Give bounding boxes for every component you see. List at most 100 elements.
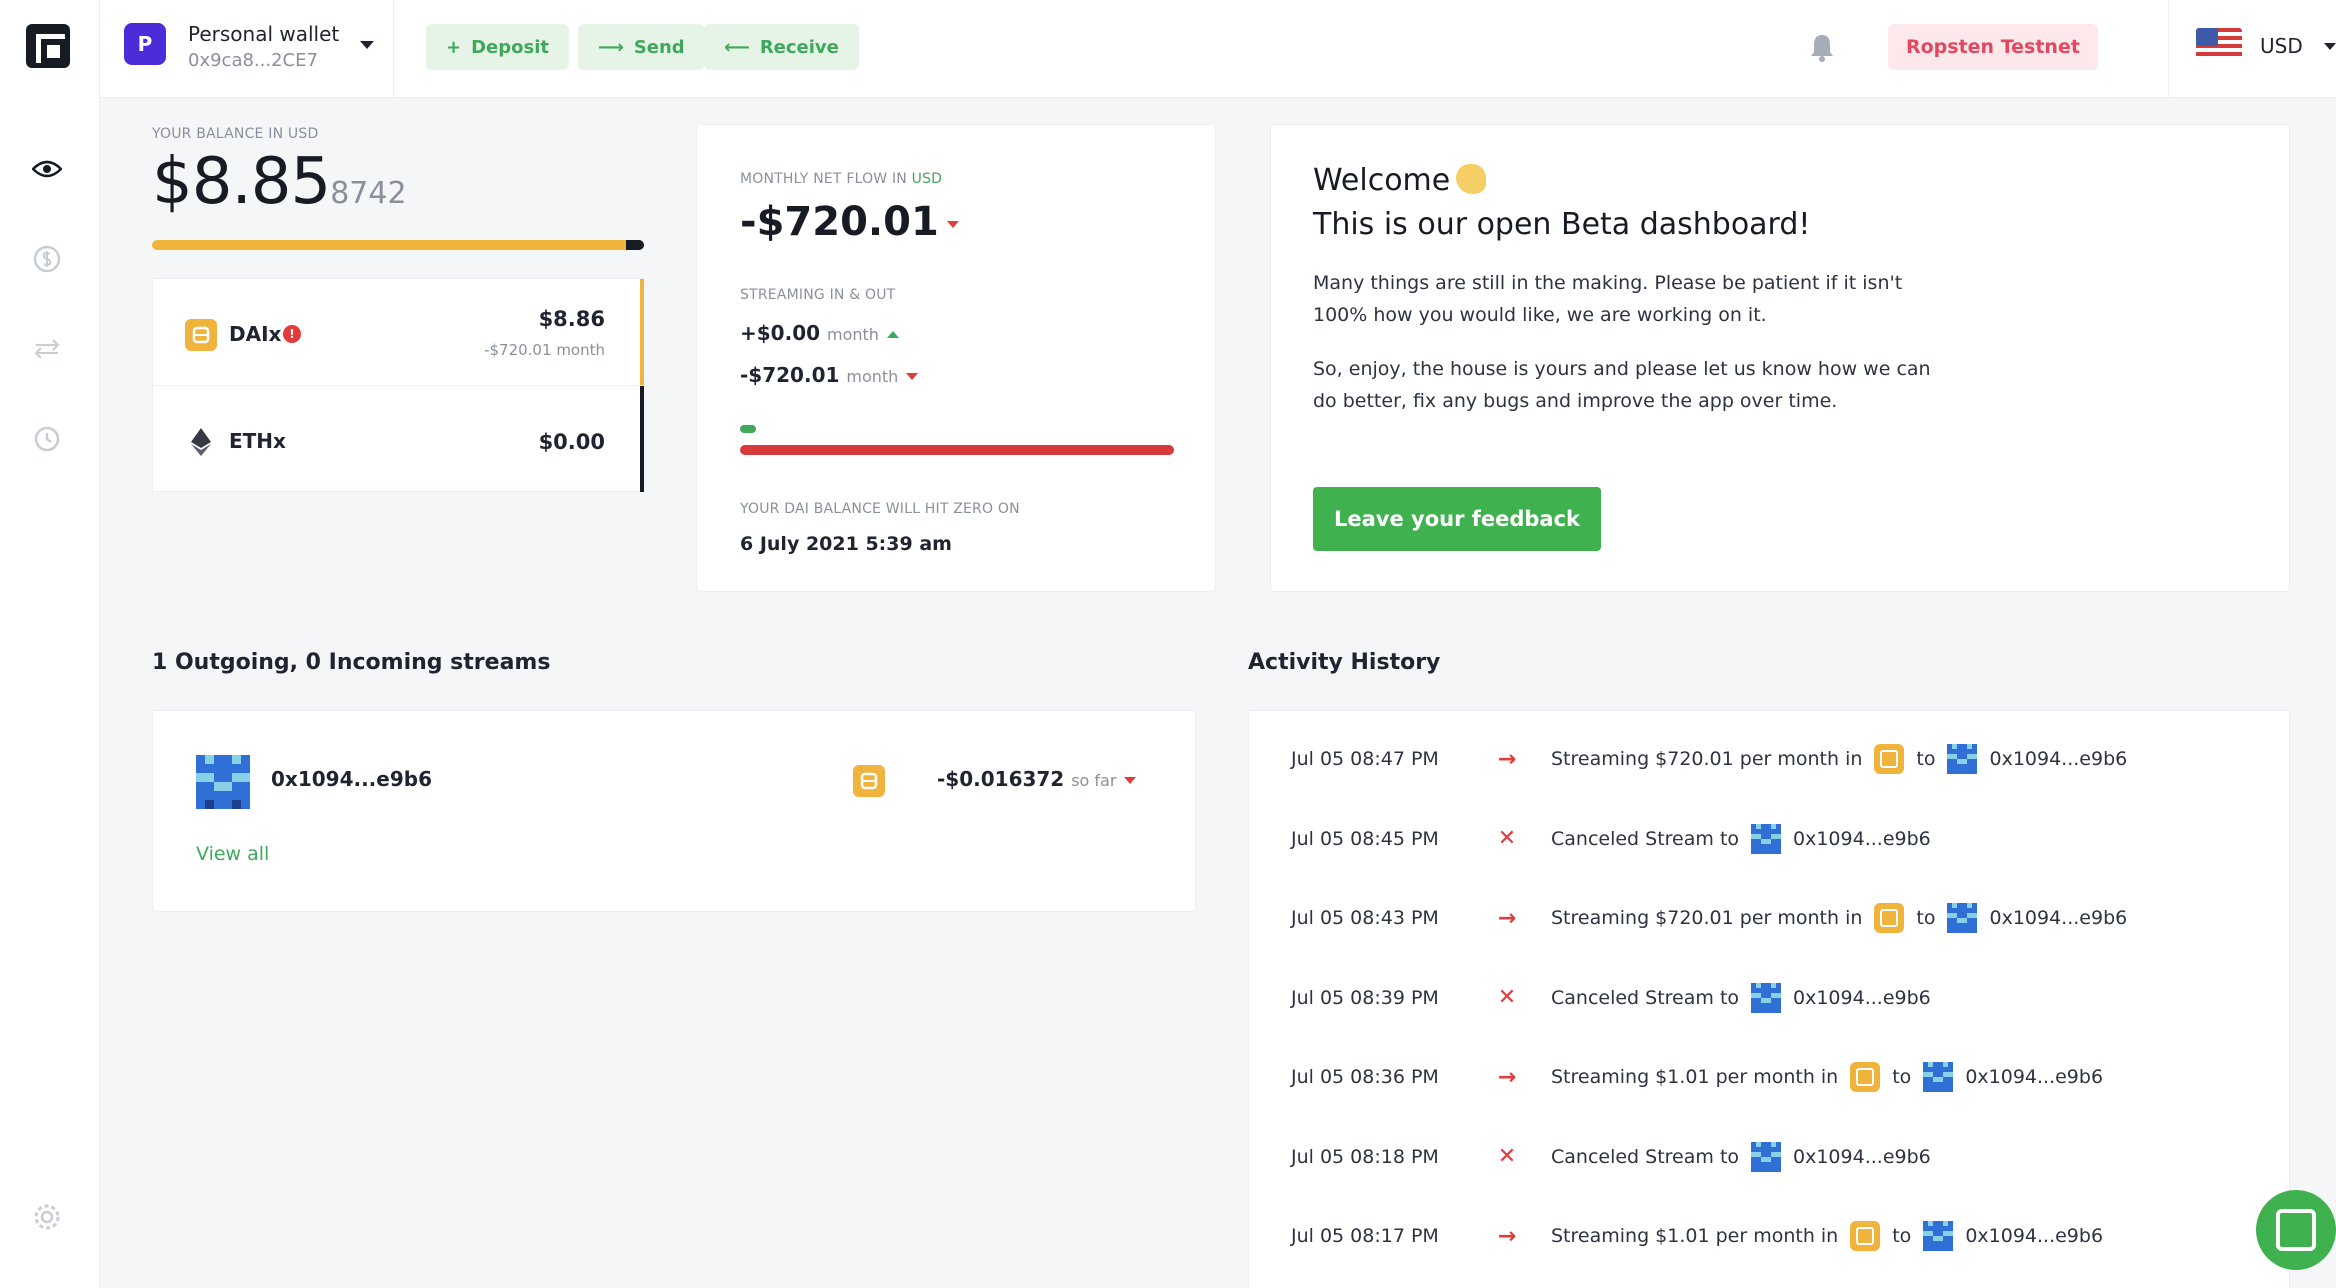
dai-token-icon bbox=[853, 765, 885, 797]
currency-selector[interactable]: USD bbox=[2260, 34, 2303, 58]
activity-text: Streaming $1.01 per month in bbox=[1551, 1066, 1839, 1088]
sidebar bbox=[0, 0, 100, 1288]
activity-address[interactable]: 0x1094...e9b6 bbox=[1989, 748, 2127, 770]
activity-address[interactable]: 0x1094...e9b6 bbox=[1793, 987, 1931, 1009]
stream-address[interactable]: 0x1094...e9b6 bbox=[271, 767, 432, 791]
address-avatar bbox=[1751, 982, 1782, 1013]
leave-feedback-button[interactable]: Leave your feedback bbox=[1313, 487, 1601, 551]
bell-icon[interactable] bbox=[1808, 32, 1836, 62]
welcome-greeting: Welcome bbox=[1313, 163, 1451, 198]
activity-text: Canceled Stream to bbox=[1551, 827, 1740, 850]
activity-time: Jul 05 08:18 PM bbox=[1291, 1145, 1439, 1168]
streaming-in: +$0.00 month bbox=[740, 321, 899, 345]
dollar-icon[interactable] bbox=[30, 242, 64, 276]
caret-down-icon bbox=[906, 373, 919, 380]
view-all-link[interactable]: View all bbox=[196, 843, 269, 865]
activity-description: Canceled Stream to 0x1094...e9b6 bbox=[1551, 823, 1931, 854]
streaming-label: STREAMING IN & OUT bbox=[740, 287, 896, 303]
activity-time: Jul 05 08:45 PM bbox=[1291, 827, 1439, 850]
activity-to: to bbox=[1916, 907, 1936, 929]
activity-description: Canceled Stream to 0x1094...e9b6 bbox=[1551, 982, 1931, 1013]
settings-gear-icon[interactable] bbox=[30, 1200, 64, 1234]
activity-text: Canceled Stream to bbox=[1551, 1145, 1740, 1168]
activity-time: Jul 05 08:39 PM bbox=[1291, 986, 1439, 1009]
activity-text: Streaming $720.01 per month in bbox=[1551, 907, 1863, 929]
activity-row[interactable]: Jul 05 08:18 PM ✕ Canceled Stream to 0x1094… bbox=[1291, 1137, 2251, 1177]
activity-description: Streaming $720.01 per month in to 0x1094..… bbox=[1551, 903, 2127, 933]
token-name: DAIx bbox=[229, 322, 282, 346]
plus-icon: + bbox=[446, 36, 462, 58]
address-avatar bbox=[1923, 1221, 1954, 1251]
activity-row[interactable]: Jul 05 08:39 PM ✕ Canceled Stream to 0x1094… bbox=[1291, 978, 2251, 1018]
streams-title: 1 Outgoing, 0 Incoming streams bbox=[152, 650, 551, 675]
transfer-icon[interactable] bbox=[30, 332, 64, 366]
activity-address[interactable]: 0x1094...e9b6 bbox=[1793, 1146, 1931, 1168]
token-name: ETHx bbox=[229, 429, 286, 453]
activity-address[interactable]: 0x1094...e9b6 bbox=[1793, 828, 1931, 850]
arrow-right-icon: → bbox=[1497, 1064, 1517, 1090]
activity-row[interactable]: Jul 05 08:45 PM ✕ Canceled Stream to 0x1094… bbox=[1291, 819, 2251, 859]
welcome-card: Welcome This is our open Beta dashboard!… bbox=[1270, 124, 2290, 592]
activity-to: to bbox=[1892, 1225, 1912, 1247]
dai-token-icon bbox=[1850, 1062, 1881, 1092]
balance-amount: $8.858742 bbox=[152, 145, 407, 219]
activity-time: Jul 05 08:36 PM bbox=[1291, 1066, 1439, 1088]
token-flow-period: month bbox=[556, 341, 605, 359]
send-button[interactable]: ⟶ Send bbox=[578, 24, 705, 70]
balance-main: $8.85 bbox=[152, 145, 331, 219]
network-badge[interactable]: Ropsten Testnet bbox=[1888, 24, 2098, 70]
net-flow-value: -$720.01 bbox=[740, 199, 959, 245]
period-label: month bbox=[827, 325, 879, 344]
address-avatar bbox=[1751, 823, 1782, 854]
receive-button[interactable]: ⟵ Receive bbox=[704, 24, 859, 70]
chat-support-button[interactable] bbox=[2256, 1190, 2336, 1270]
caret-down-icon bbox=[946, 220, 959, 228]
chevron-down-icon[interactable] bbox=[2324, 43, 2336, 50]
zero-date-label: YOUR DAI BALANCE WILL HIT ZERO ON bbox=[740, 501, 1020, 517]
arrow-right-icon: → bbox=[1497, 1223, 1517, 1249]
chevron-down-icon bbox=[360, 41, 374, 49]
dai-token-icon bbox=[1874, 744, 1905, 774]
wallet-selector[interactable]: P Personal wallet 0x9ca8...2CE7 bbox=[100, 0, 394, 98]
welcome-headline: This is our open Beta dashboard! bbox=[1313, 207, 1811, 242]
activity-row[interactable]: Jul 05 08:47 PM → Streaming $720.01 per mo… bbox=[1291, 739, 2251, 779]
send-label: Send bbox=[633, 36, 685, 58]
caret-up-icon bbox=[886, 331, 899, 338]
welcome-paragraph-1: Many things are still in the making. Ple… bbox=[1313, 272, 1903, 326]
activity-row[interactable]: Jul 05 08:43 PM → Streaming $720.01 per mo… bbox=[1291, 898, 2251, 938]
arrow-right-icon: → bbox=[1497, 746, 1517, 772]
receive-label: Receive bbox=[759, 36, 839, 58]
activity-row[interactable]: Jul 05 08:36 PM → Streaming $1.01 per mont… bbox=[1291, 1057, 2251, 1097]
period-label: month bbox=[846, 367, 899, 386]
arrow-right-icon: → bbox=[1497, 905, 1517, 931]
deposit-button[interactable]: + Deposit bbox=[426, 24, 569, 70]
welcome-heading: Welcome This is our open Beta dashboard! bbox=[1313, 159, 1810, 247]
address-avatar bbox=[1947, 744, 1978, 774]
top-header: P Personal wallet 0x9ca8...2CE7 + Deposi… bbox=[100, 0, 2336, 98]
activity-address[interactable]: 0x1094...e9b6 bbox=[1965, 1225, 2103, 1247]
activity-row[interactable]: Jul 05 08:17 PM → Streaming $1.01 per mont… bbox=[1291, 1216, 2251, 1256]
token-row-ethx[interactable]: ETHx $0.00 bbox=[153, 385, 644, 492]
us-flag-icon[interactable] bbox=[2196, 28, 2242, 60]
eye-icon[interactable] bbox=[30, 152, 64, 186]
activity-description: Streaming $1.01 per month in to 0x1094...e… bbox=[1551, 1062, 2103, 1092]
token-value: $0.00 bbox=[538, 430, 605, 454]
activity-text: Canceled Stream to bbox=[1551, 986, 1740, 1009]
activity-description: Streaming $720.01 per month in to 0x1094..… bbox=[1551, 744, 2127, 774]
token-row-daix[interactable]: DAIx ! $8.86 -$720.01 month bbox=[153, 279, 644, 385]
address-avatar bbox=[1923, 1062, 1954, 1092]
wallet-avatar: P bbox=[124, 23, 166, 65]
wallet-name: Personal wallet bbox=[188, 22, 340, 46]
streaming-out: -$720.01 month bbox=[740, 363, 919, 387]
alert-icon: ! bbox=[283, 325, 301, 343]
history-icon[interactable] bbox=[30, 422, 64, 456]
arrow-left-icon: ⟵ bbox=[724, 36, 750, 58]
net-flow-label-prefix: MONTHLY NET FLOW IN bbox=[740, 171, 907, 187]
streaming-in-value: +$0.00 bbox=[740, 321, 821, 345]
arrow-right-icon: ⟶ bbox=[598, 36, 624, 58]
activity-address[interactable]: 0x1094...e9b6 bbox=[1965, 1066, 2103, 1088]
token-color-line bbox=[640, 386, 644, 492]
app-logo[interactable] bbox=[26, 24, 70, 68]
activity-address[interactable]: 0x1094...e9b6 bbox=[1989, 907, 2127, 929]
inflow-bar bbox=[740, 425, 756, 433]
